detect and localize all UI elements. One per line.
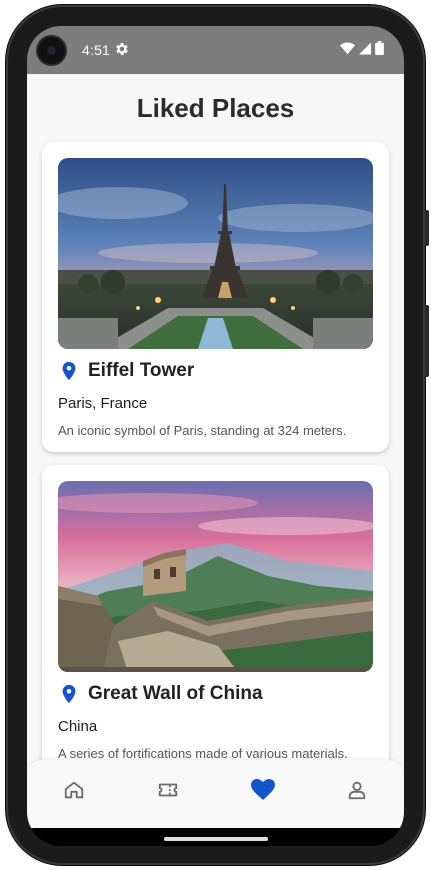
bottom-navigation [27,760,404,828]
power-button [425,305,429,377]
place-name: Great Wall of China [88,683,263,704]
volume-button [425,210,429,246]
home-indicator[interactable] [164,837,268,841]
place-card[interactable]: Great Wall of China China A series of fo… [42,465,389,776]
nav-liked[interactable] [241,768,285,812]
nav-home[interactable] [52,768,96,812]
status-bar: 4:51 [27,26,404,74]
place-location: Paris, France [58,395,148,412]
signal-icon [359,42,371,54]
settings-gear-icon [116,43,128,55]
place-photo-eiffel-tower [58,158,373,349]
place-name: Eiffel Tower [88,360,195,381]
place-title-row: Great Wall of China [58,683,263,705]
status-time: 4:51 [82,42,111,58]
place-card[interactable]: Eiffel Tower Paris, France An iconic sym… [42,142,389,452]
battery-icon [375,41,384,55]
place-description: A series of fortifications made of vario… [58,746,348,761]
app-content: Liked Places Eiffel Tower Paris, France … [27,74,404,776]
wifi-icon [340,42,355,54]
phone-frame: 4:51 Liked Places Eiffel Tower Paris, Fr… [6,5,429,865]
ticket-icon [159,783,178,797]
home-icon [64,781,84,799]
place-location: China [58,718,98,735]
nav-tickets[interactable] [146,768,190,812]
system-icons [340,41,384,55]
place-description: An iconic symbol of Paris, standing at 3… [58,423,347,438]
gesture-bar-area [27,828,404,846]
place-photo-great-wall [58,481,373,672]
nav-profile[interactable] [335,768,379,812]
location-pin-icon [62,684,76,704]
heart-icon [250,779,275,800]
front-camera [38,37,65,64]
place-title-row: Eiffel Tower [58,360,194,382]
page-title: Liked Places [136,93,295,123]
phone-screen: 4:51 Liked Places Eiffel Tower Paris, Fr… [27,26,404,846]
location-pin-icon [62,361,76,381]
profile-icon [348,781,366,800]
